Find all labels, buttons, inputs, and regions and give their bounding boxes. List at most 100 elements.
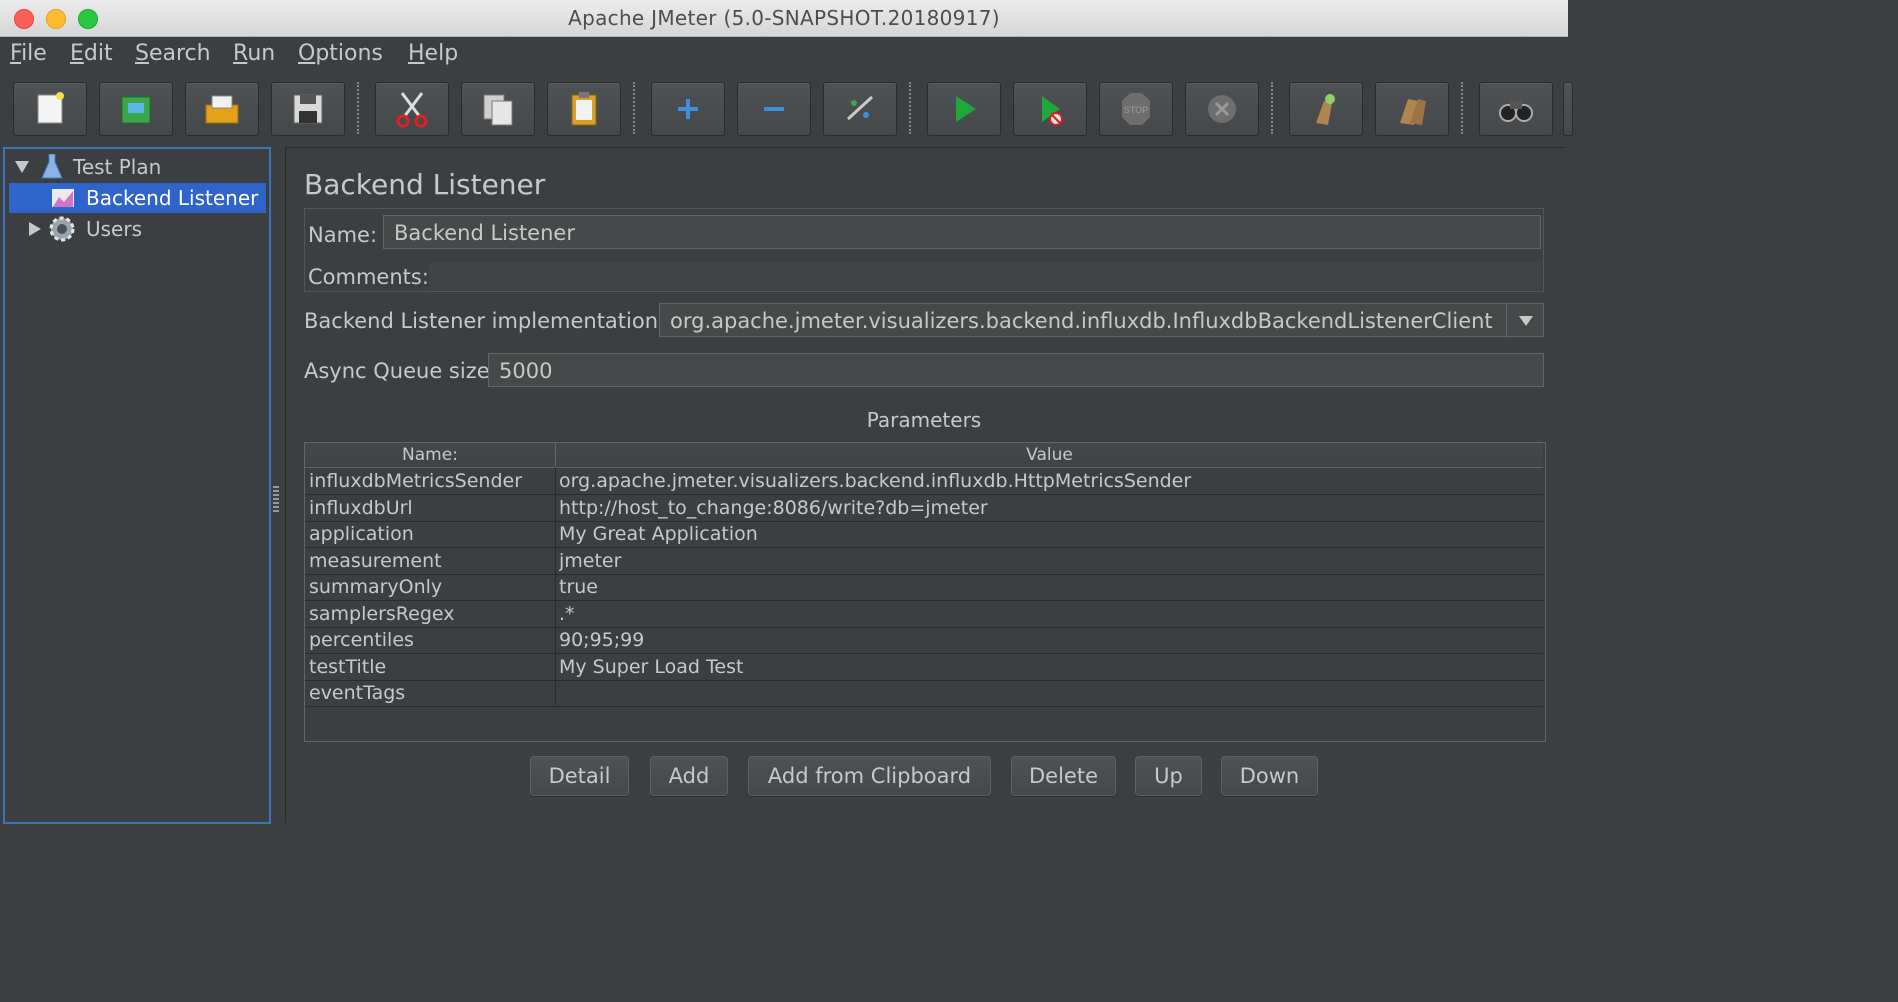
param-value-cell[interactable]: http://host_to_change:8086/write?db=jmet…	[559, 495, 1539, 521]
table-row[interactable]: measurement jmeter	[305, 548, 1543, 575]
test-plan-tree[interactable]: Test Plan Backend Listener Users	[3, 147, 271, 824]
stop-button[interactable]: STOP	[1099, 82, 1173, 136]
menu-bar: File Edit Search Run Options Help	[0, 37, 1568, 73]
toggle-button[interactable]	[823, 82, 897, 136]
tree-item-users[interactable]: Users	[9, 214, 265, 244]
param-name-cell[interactable]: summaryOnly	[309, 574, 553, 600]
comments-label: Comments:	[308, 265, 429, 289]
menu-edit[interactable]: Edit	[70, 41, 113, 66]
menu-run-label: un	[247, 41, 276, 66]
impl-combobox[interactable]: org.apache.jmeter.visualizers.backend.in…	[659, 303, 1544, 338]
expand-all-button[interactable]	[651, 82, 725, 136]
test-plan-icon	[41, 154, 63, 179]
comments-field[interactable]	[429, 262, 1541, 290]
new-button[interactable]	[13, 82, 87, 136]
tree-item-backend-listener[interactable]: Backend Listener	[9, 183, 266, 213]
menu-search-label: earch	[148, 41, 211, 66]
table-row[interactable]: percentiles 90;95;99	[305, 627, 1543, 654]
menu-edit-label: dit	[83, 41, 113, 66]
param-name-cell[interactable]: testTitle	[309, 654, 553, 680]
menu-help-mnemonic: H	[408, 41, 425, 66]
menu-run[interactable]: Run	[233, 41, 275, 66]
save-button[interactable]	[271, 82, 345, 136]
param-value-cell[interactable]: My Super Load Test	[559, 654, 1539, 680]
param-name-cell[interactable]: influxdbUrl	[309, 495, 553, 521]
toggle-icon	[846, 95, 874, 121]
start-no-pauses-button[interactable]	[1013, 82, 1087, 136]
param-name-cell[interactable]: eventTags	[309, 680, 553, 706]
param-name-cell[interactable]: percentiles	[309, 627, 553, 653]
collapse-all-button[interactable]	[737, 82, 811, 136]
table-row[interactable]: influxdbUrl http://host_to_change:8086/wr…	[305, 495, 1543, 522]
collapsed-arrow-icon[interactable]	[29, 222, 41, 236]
name-field[interactable]: Backend Listener	[383, 215, 1541, 249]
column-header-name[interactable]: Name:	[305, 443, 556, 467]
search-icon	[1499, 101, 1533, 122]
param-value-cell[interactable]: true	[559, 574, 1539, 600]
open-button[interactable]	[185, 82, 259, 136]
param-name-cell[interactable]: measurement	[309, 548, 553, 574]
templates-icon	[121, 96, 151, 124]
clear-button[interactable]	[1289, 82, 1363, 136]
templates-button[interactable]	[99, 82, 173, 136]
menu-help[interactable]: Help	[408, 41, 458, 66]
paste-icon	[571, 92, 597, 126]
new-icon	[37, 92, 64, 124]
start-no-pauses-icon	[1042, 96, 1063, 126]
parameters-table[interactable]: Name: Value influxdbMetricsSender org.apa…	[304, 442, 1546, 742]
menu-file-label: ile	[21, 41, 47, 66]
param-name-cell[interactable]: application	[309, 521, 553, 547]
cut-button[interactable]	[375, 82, 449, 136]
paste-button[interactable]	[547, 82, 621, 136]
param-name-cell[interactable]: samplersRegex	[309, 601, 553, 627]
name-comments-group: Name: Backend Listener Comments:	[304, 208, 1544, 292]
column-header-value[interactable]: Value	[556, 443, 1543, 467]
impl-label: Backend Listener implementation	[304, 309, 659, 333]
shutdown-button[interactable]	[1185, 82, 1259, 136]
param-name-cell[interactable]: influxdbMetricsSender	[309, 468, 553, 494]
table-row[interactable]: influxdbMetricsSender org.apache.jmeter.v…	[305, 468, 1543, 495]
split-pane-divider[interactable]	[271, 147, 283, 823]
thread-group-icon	[49, 216, 75, 242]
menu-search-mnemonic: S	[135, 41, 149, 66]
menu-file[interactable]: File	[10, 41, 47, 66]
clear-all-icon	[1400, 99, 1426, 125]
tree-item-label: Test Plan	[73, 155, 162, 179]
toolbar-separator	[633, 82, 635, 134]
menu-edit-mnemonic: E	[70, 41, 84, 66]
table-row[interactable]: eventTags	[305, 680, 1543, 707]
tree-item-test-plan[interactable]: Test Plan	[9, 152, 265, 182]
menu-options[interactable]: Options	[298, 41, 383, 66]
table-row[interactable]: application My Great Application	[305, 521, 1543, 548]
menu-help-label: elp	[424, 41, 459, 66]
param-value-cell[interactable]: My Great Application	[559, 521, 1539, 547]
clear-all-button[interactable]	[1375, 82, 1449, 136]
down-button[interactable]: Down	[1221, 756, 1318, 796]
collapse-icon	[764, 107, 784, 111]
tree-item-label: Backend Listener	[86, 186, 259, 210]
param-value-cell[interactable]: 90;95;99	[559, 627, 1539, 653]
table-row[interactable]: samplersRegex .*	[305, 601, 1543, 628]
param-value-cell[interactable]: org.apache.jmeter.visualizers.backend.in…	[559, 468, 1539, 494]
param-value-cell[interactable]: .*	[559, 601, 1539, 627]
clear-icon	[1316, 94, 1335, 125]
table-row[interactable]: summaryOnly true	[305, 574, 1543, 601]
param-value-cell[interactable]: jmeter	[559, 548, 1539, 574]
toolbar-overflow[interactable]	[1563, 82, 1573, 136]
up-button[interactable]: Up	[1135, 756, 1202, 796]
copy-button[interactable]	[461, 82, 535, 136]
delete-button[interactable]: Delete	[1011, 756, 1116, 796]
expanded-arrow-icon[interactable]	[15, 161, 29, 173]
param-value-cell[interactable]	[559, 680, 1539, 706]
start-button[interactable]	[927, 82, 1001, 136]
add-from-clipboard-button[interactable]: Add from Clipboard	[748, 756, 991, 796]
search-button[interactable]	[1479, 82, 1553, 136]
menu-search[interactable]: Search	[135, 41, 211, 66]
add-button[interactable]: Add	[650, 756, 728, 796]
tree-item-label: Users	[86, 217, 143, 241]
queue-size-field[interactable]: 5000	[488, 353, 1544, 387]
combo-dropdown-button[interactable]	[1506, 304, 1543, 338]
detail-button[interactable]: Detail	[530, 756, 629, 796]
table-row[interactable]: testTitle My Super Load Test	[305, 654, 1543, 681]
divider-grip-icon[interactable]	[273, 486, 279, 512]
